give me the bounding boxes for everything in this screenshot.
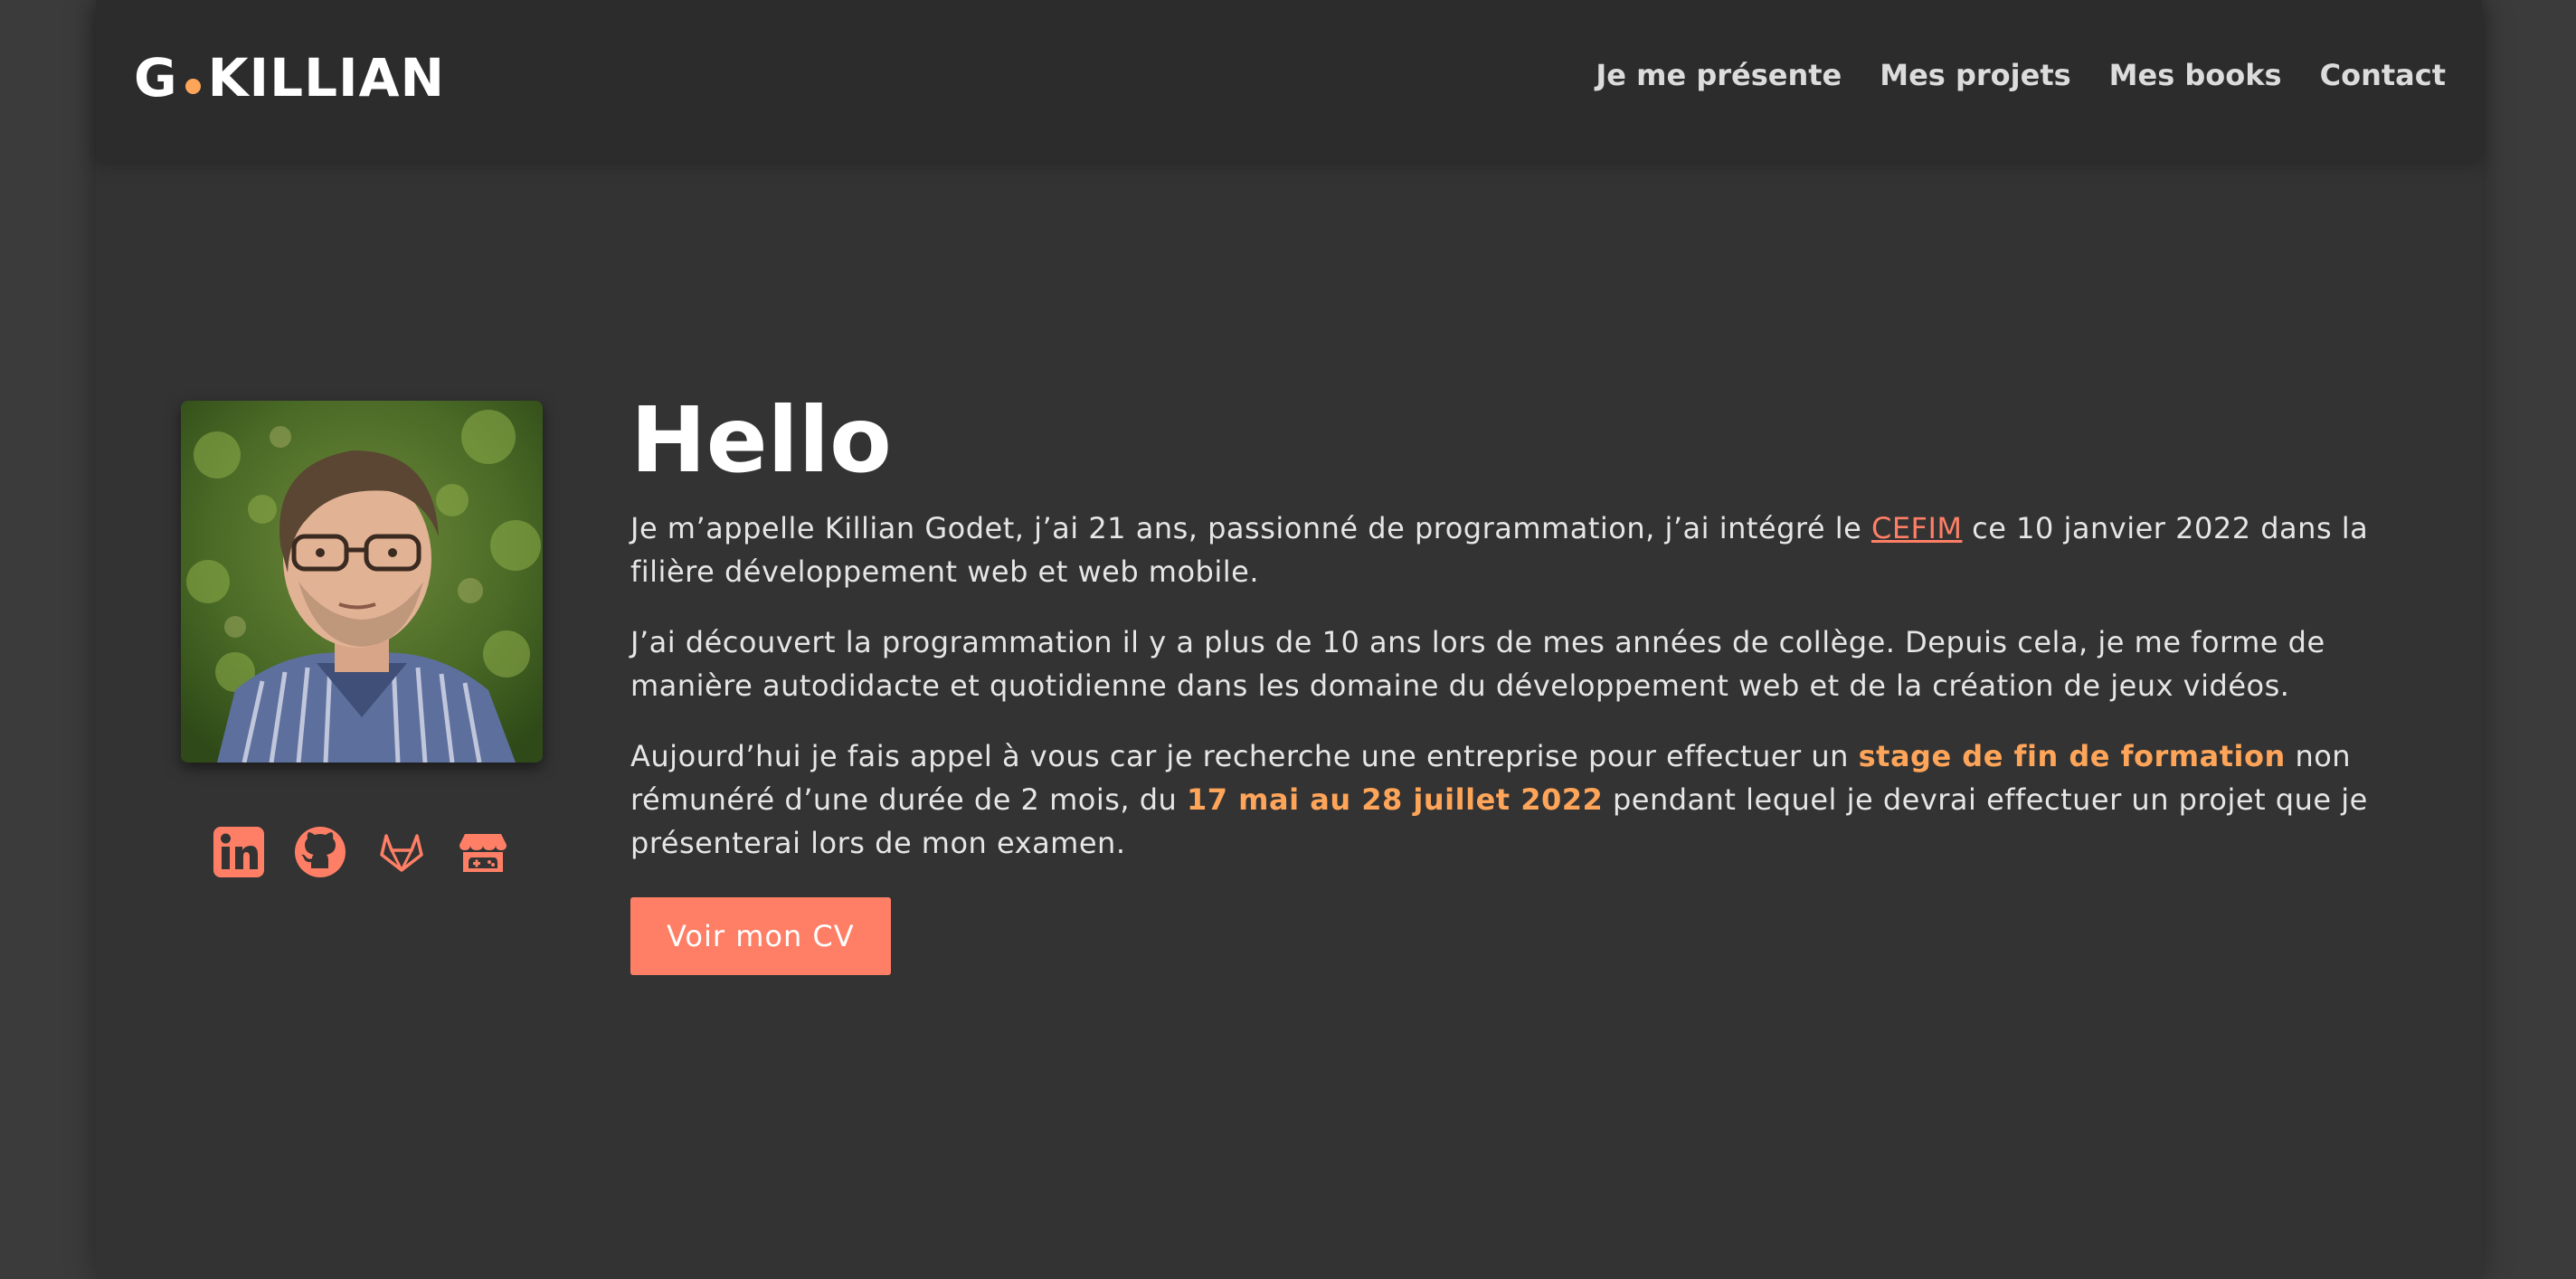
hero-title: Hello bbox=[630, 387, 892, 493]
linkedin-icon bbox=[213, 827, 264, 877]
gitlab-icon bbox=[380, 834, 423, 872]
hero-section: Hello Je m’appelle Killian Godet, j’ai 2… bbox=[630, 391, 2412, 975]
github-icon bbox=[295, 827, 346, 877]
internship-highlight: stage de fin de formation bbox=[1858, 739, 2286, 773]
nav-item-presentation[interactable]: Je me présente bbox=[1596, 58, 1842, 92]
itchio-link[interactable] bbox=[456, 825, 510, 879]
internship-dates: 17 mai au 28 juillet 2022 bbox=[1187, 782, 1604, 817]
navbar: G KILLIAN Je me présente Mes projets Mes… bbox=[96, 0, 2482, 161]
internship-text-a: Aujourd’hui je fais appel à vous car je … bbox=[630, 739, 1859, 773]
internship-paragraph: Aujourd’hui je fais appel à vous car je … bbox=[630, 734, 2412, 865]
brand-left: G bbox=[134, 47, 178, 109]
social-links bbox=[212, 825, 510, 879]
intro-text-a: Je m’appelle Killian Godet, j’ai 21 ans,… bbox=[630, 511, 1871, 545]
github-link[interactable] bbox=[293, 825, 347, 879]
nav-item-books[interactable]: Mes books bbox=[2109, 58, 2282, 92]
main-nav: Je me présente Mes projets Mes books Con… bbox=[1596, 58, 2446, 92]
itchio-icon bbox=[459, 834, 507, 872]
view-cv-button[interactable]: Voir mon CV bbox=[630, 897, 891, 975]
linkedin-link[interactable] bbox=[212, 825, 266, 879]
discovery-paragraph: J’ai découvert la programmation il y a p… bbox=[630, 625, 2325, 703]
nav-item-projects[interactable]: Mes projets bbox=[1880, 58, 2070, 92]
intro-paragraph: Je m’appelle Killian Godet, j’ai 21 ans,… bbox=[630, 507, 2412, 593]
gitlab-link[interactable] bbox=[374, 825, 429, 879]
page: G KILLIAN Je me présente Mes projets Mes… bbox=[96, 0, 2482, 1279]
nav-item-contact[interactable]: Contact bbox=[2320, 58, 2446, 92]
brand-dot bbox=[185, 79, 201, 94]
brand-logo[interactable]: G KILLIAN bbox=[134, 47, 445, 109]
brand-right: KILLIAN bbox=[207, 47, 446, 109]
cefim-link[interactable]: CEFIM bbox=[1871, 511, 1963, 545]
profile-photo bbox=[181, 401, 543, 763]
